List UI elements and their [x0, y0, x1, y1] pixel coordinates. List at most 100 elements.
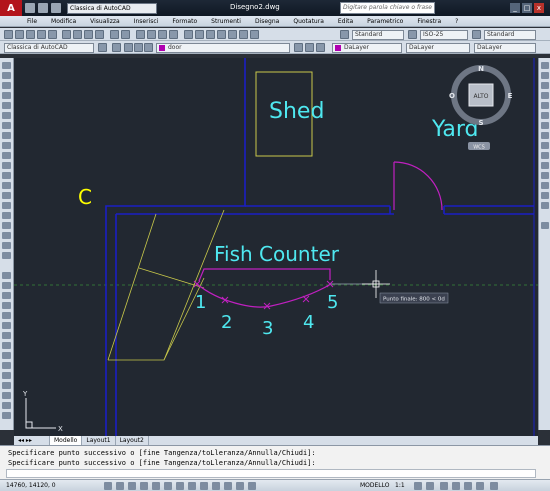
menu-finestra[interactable]: Finestra	[410, 18, 448, 25]
sheet-set-icon[interactable]	[217, 30, 226, 39]
osnap-parallel-icon[interactable]	[541, 152, 549, 159]
dim-style-select[interactable]: ISO-25	[420, 30, 468, 40]
tab-modello[interactable]: Modello	[50, 436, 83, 445]
table-style-select[interactable]: Standard	[484, 30, 536, 40]
copy-object-icon[interactable]	[2, 282, 11, 289]
transparency-icon[interactable]	[224, 482, 232, 490]
menu-inserisci[interactable]: Inserisci	[127, 18, 166, 25]
menu-parametrico[interactable]: Parametrico	[360, 18, 410, 25]
text-style-select[interactable]: Standard	[352, 30, 404, 40]
workspace-settings-icon[interactable]	[98, 43, 107, 52]
viewcube-south[interactable]: S	[478, 119, 483, 127]
linetype-select[interactable]: DaLayer	[406, 43, 470, 53]
rotate-icon[interactable]	[2, 332, 11, 339]
object-snap-icon[interactable]	[152, 482, 160, 490]
menu-quotatura[interactable]: Quotatura	[286, 18, 331, 25]
viewcube-east[interactable]: E	[508, 92, 513, 100]
open-file-icon[interactable]	[38, 3, 48, 13]
osnap-apparent-icon[interactable]	[541, 92, 549, 99]
trim-icon[interactable]	[2, 362, 11, 369]
menu-disegna[interactable]: Disegna	[248, 18, 286, 25]
tab-layout2[interactable]: Layout2	[116, 436, 149, 445]
ellipse-icon[interactable]	[2, 152, 11, 159]
layer-select[interactable]: door	[156, 43, 290, 53]
coordinates-display[interactable]: 14760, 14120, 0	[6, 482, 56, 489]
new-file-icon[interactable]	[25, 3, 35, 13]
color-select[interactable]: DaLayer	[332, 43, 402, 53]
polyline-icon[interactable]	[2, 82, 11, 89]
menu-help[interactable]: ?	[448, 18, 465, 25]
arc-icon[interactable]	[2, 112, 11, 119]
restore-button[interactable]: □	[522, 3, 532, 13]
cut-icon[interactable]	[62, 30, 71, 39]
auto-scale-icon[interactable]	[426, 482, 434, 490]
save-icon[interactable]	[26, 30, 35, 39]
osnap-settings-icon[interactable]	[541, 202, 549, 209]
scale-icon[interactable]	[2, 342, 11, 349]
hardware-acceleration-icon[interactable]	[464, 482, 472, 490]
annotation-visibility-icon[interactable]	[414, 482, 422, 490]
rectangle-icon[interactable]	[2, 102, 11, 109]
osnap-intersection-icon[interactable]	[541, 82, 549, 89]
copy-icon[interactable]	[73, 30, 82, 39]
osnap-extension-icon[interactable]	[541, 102, 549, 109]
wcs-menu[interactable]: WCS	[473, 145, 485, 151]
drawing-canvas[interactable]: Shed Yard C Fish Counter 1 2 3 4 5 Punto…	[14, 58, 538, 436]
make-block-icon[interactable]	[2, 182, 11, 189]
break-icon[interactable]	[2, 382, 11, 389]
grid-display-icon[interactable]	[116, 482, 124, 490]
search-input[interactable]: Digitare parola chiave o frase	[340, 2, 435, 14]
redo-icon[interactable]	[121, 30, 130, 39]
save-icon[interactable]	[51, 3, 61, 13]
workspace-select[interactable]: Classica di AutoCAD	[4, 43, 94, 53]
zoom-previous-icon[interactable]	[169, 30, 178, 39]
menu-file[interactable]: File	[20, 18, 44, 25]
sun-icon[interactable]	[134, 43, 143, 52]
osnap-quadrant-icon[interactable]	[541, 122, 549, 129]
ellipse-arc-icon[interactable]	[2, 162, 11, 169]
new-icon[interactable]	[4, 30, 13, 39]
plot-icon[interactable]	[37, 30, 46, 39]
lightbulb-icon[interactable]	[124, 43, 133, 52]
osnap-endpoint-icon[interactable]	[541, 62, 549, 69]
point-icon[interactable]	[2, 192, 11, 199]
object-snap-tracking-icon[interactable]	[176, 482, 184, 490]
offset-icon[interactable]	[2, 302, 11, 309]
clean-screen-icon[interactable]	[490, 482, 498, 490]
join-icon[interactable]	[2, 392, 11, 399]
osnap-tangent-icon[interactable]	[541, 132, 549, 139]
tab-layout1[interactable]: Layout1	[82, 436, 116, 445]
match-properties-icon[interactable]	[95, 30, 104, 39]
move-icon[interactable]	[2, 322, 11, 329]
isolate-objects-icon[interactable]	[476, 482, 484, 490]
mtext-icon[interactable]	[2, 242, 11, 249]
quick-properties-icon[interactable]	[236, 482, 244, 490]
markup-icon[interactable]	[228, 30, 237, 39]
viewcube-north[interactable]: N	[478, 65, 484, 73]
polygon-icon[interactable]	[2, 92, 11, 99]
minimize-button[interactable]: _	[510, 3, 520, 13]
allow-ucs-icon[interactable]	[188, 482, 196, 490]
polar-tracking-icon[interactable]	[140, 482, 148, 490]
preview-icon[interactable]	[48, 30, 57, 39]
menu-visualizza[interactable]: Visualizza	[83, 18, 127, 25]
calculator-icon[interactable]	[239, 30, 248, 39]
ortho-mode-icon[interactable]	[128, 482, 136, 490]
annotation-scale[interactable]: 1:1	[395, 482, 405, 489]
add-selected-icon[interactable]	[2, 252, 11, 259]
revcloud-icon[interactable]	[2, 132, 11, 139]
tool-palettes-icon[interactable]	[206, 30, 215, 39]
lineweight-select[interactable]: DaLayer	[474, 43, 536, 53]
drawing-svg[interactable]: Shed Yard C Fish Counter 1 2 3 4 5 Punto…	[14, 58, 538, 436]
help-icon[interactable]	[250, 30, 259, 39]
dynamic-input-icon[interactable]	[200, 482, 208, 490]
menu-formato[interactable]: Formato	[165, 18, 204, 25]
osnap-nearest-icon[interactable]	[541, 182, 549, 189]
lock-icon[interactable]	[144, 43, 153, 52]
viewcube-west[interactable]: O	[449, 92, 455, 100]
circle-icon[interactable]	[2, 122, 11, 129]
snap-mode-icon[interactable]	[104, 482, 112, 490]
workspace-switch-icon[interactable]	[440, 482, 448, 490]
osnap-node-icon[interactable]	[541, 172, 549, 179]
open-icon[interactable]	[15, 30, 24, 39]
